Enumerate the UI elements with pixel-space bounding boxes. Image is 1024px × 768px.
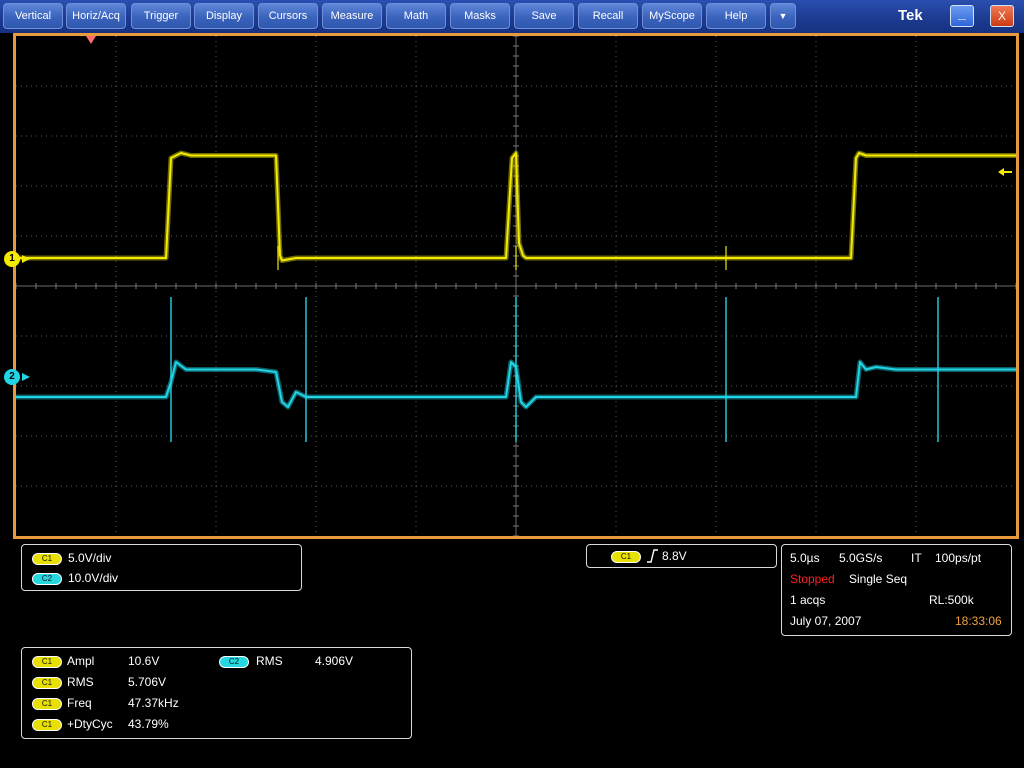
meas-value: 47.37kHz — [128, 696, 179, 710]
ch1-marker-label: 1 — [9, 253, 15, 264]
meas-value: 4.906V — [315, 654, 354, 668]
sequence-mode: Single Seq — [849, 572, 908, 586]
menu-trigger-label: Trigger — [143, 10, 179, 22]
trigger-position-icon[interactable] — [86, 36, 96, 44]
menu-masks-label: Masks — [464, 10, 496, 22]
graticule-grid — [16, 36, 1016, 536]
menu-myscope-button[interactable]: MyScope — [642, 3, 702, 29]
record-length: RL:500k — [929, 593, 974, 607]
menu-cursors-label: Cursors — [268, 10, 308, 22]
resolution: 100ps/pt — [935, 551, 982, 565]
meas-label: Ampl — [67, 654, 95, 668]
menu-bar: Vertical Horiz/Acq Trigger Display Cursors Me… — [0, 0, 1024, 33]
menu-masks-button[interactable]: Masks — [450, 3, 510, 29]
ch1-scale: 5.0V/div — [68, 551, 112, 565]
menu-save-label: Save — [531, 10, 557, 22]
trigger-source-badge: C1 — [611, 551, 641, 563]
waveform-display[interactable] — [13, 33, 1019, 539]
menu-math-button[interactable]: Math — [386, 3, 446, 29]
ch2-badge: C2 — [32, 573, 62, 585]
measurements-panel[interactable]: C1 Ampl 10.6V C1 RMS 5.706V C1 Freq 47.3… — [21, 647, 412, 739]
meas-badge: C1 — [32, 698, 62, 710]
rising-edge-icon — [647, 549, 658, 563]
menu-vertical-label: Vertical — [14, 10, 52, 22]
ch2-arrow-icon — [22, 373, 30, 381]
acquisition-panel[interactable]: 5.0µs 5.0GS/s IT 100ps/pt Stopped Single… — [781, 544, 1012, 636]
ch2-scale: 10.0V/div — [68, 571, 119, 585]
menu-more-button[interactable]: ▼ — [770, 3, 796, 29]
menu-display-label: Display — [205, 10, 243, 22]
menu-help-button[interactable]: Help — [706, 3, 766, 29]
acquisition-count: 1 acqs — [790, 593, 826, 607]
menu-math-label: Math — [403, 10, 429, 22]
trigger-level-icon[interactable] — [998, 168, 1012, 176]
menu-recall-button[interactable]: Recall — [578, 3, 638, 29]
sample-rate: 5.0GS/s — [839, 551, 883, 565]
meas-label: Freq — [67, 696, 92, 710]
meas-badge: C1 — [32, 677, 62, 689]
trigger-readout-panel[interactable]: C1 8.8V — [586, 544, 777, 568]
ch2-marker-label: 2 — [9, 371, 15, 382]
date: July 07, 2007 — [790, 614, 862, 628]
close-button[interactable]: X — [990, 5, 1014, 27]
meas-value: 5.706V — [128, 675, 167, 689]
chevron-down-icon: ▼ — [778, 11, 788, 21]
brand-logo: Tek — [898, 7, 923, 24]
channel-scale-panel[interactable]: C1 5.0V/div C2 10.0V/div — [21, 544, 302, 591]
menu-save-button[interactable]: Save — [514, 3, 574, 29]
ch1-arrow-icon — [22, 255, 30, 263]
menu-display-button[interactable]: Display — [194, 3, 254, 29]
meas-value: 10.6V — [128, 654, 160, 668]
menu-help-label: Help — [724, 10, 748, 22]
timebase: 5.0µs — [790, 551, 820, 565]
ch1-marker[interactable]: 1 — [4, 251, 20, 267]
close-icon: X — [997, 9, 1006, 23]
minimize-icon: _ — [958, 5, 966, 21]
acq-mode: IT — [911, 551, 922, 565]
menu-horiz-acq-button[interactable]: Horiz/Acq — [66, 3, 126, 29]
meas-value: 43.79% — [128, 717, 169, 731]
waveform-screen — [16, 36, 1016, 536]
menu-measure-label: Measure — [330, 10, 374, 22]
menu-myscope-label: MyScope — [649, 10, 695, 22]
menu-measure-button[interactable]: Measure — [322, 3, 382, 29]
menu-trigger-button[interactable]: Trigger — [131, 3, 191, 29]
minimize-button[interactable]: _ — [950, 5, 974, 27]
meas-label: RMS — [256, 654, 283, 668]
meas-badge: C1 — [32, 656, 62, 668]
ch1-badge: C1 — [32, 553, 62, 565]
time: 18:33:06 — [955, 614, 1002, 628]
menu-cursors-button[interactable]: Cursors — [258, 3, 318, 29]
menu-vertical-button[interactable]: Vertical — [3, 3, 63, 29]
run-state: Stopped — [790, 572, 835, 586]
menu-horiz-acq-label: Horiz/Acq — [72, 10, 120, 22]
meas-badge: C2 — [219, 656, 249, 668]
ch2-marker[interactable]: 2 — [4, 369, 20, 385]
meas-label: +DtyCyc — [67, 717, 113, 731]
menu-recall-label: Recall — [592, 10, 624, 22]
meas-badge: C1 — [32, 719, 62, 731]
meas-label: RMS — [67, 675, 94, 689]
trigger-level: 8.8V — [662, 549, 687, 563]
